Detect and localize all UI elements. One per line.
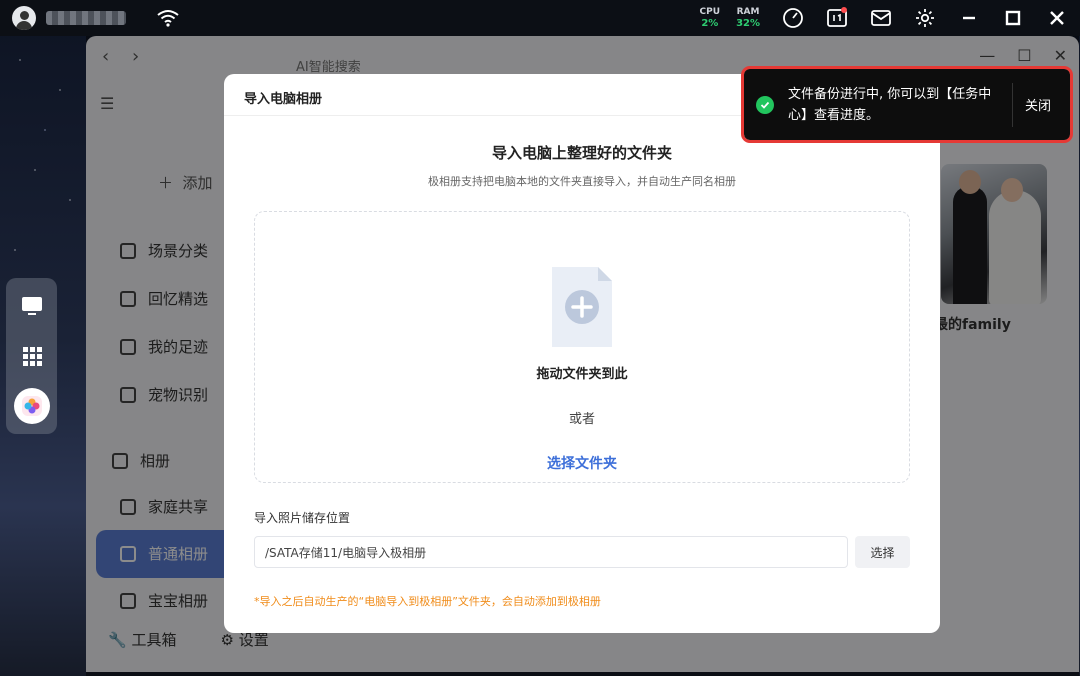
- ram-stat: RAM 32%: [736, 7, 760, 29]
- drag-folder-text: 拖动文件夹到此: [536, 367, 628, 382]
- dialog-title: 导入电脑上整理好的文件夹: [491, 144, 672, 162]
- speedometer-icon[interactable]: [782, 7, 804, 29]
- toast-divider: [1012, 82, 1013, 127]
- username-blurred: [46, 11, 126, 25]
- minimize-icon[interactable]: [958, 7, 980, 29]
- gear-icon[interactable]: [914, 7, 936, 29]
- folder-dropzone[interactable]: 拖动文件夹到此 或者 选择文件夹: [254, 211, 910, 483]
- storage-location-label: 导入照片储存位置: [254, 511, 351, 525]
- import-dialog: 导入电脑相册 导入电脑上整理好的文件夹 极相册支持把电脑本地的文件夹直接导入，并…: [224, 74, 940, 633]
- select-location-button[interactable]: 选择: [855, 536, 910, 568]
- wifi-icon[interactable]: [156, 8, 180, 28]
- dialog-subtitle: 极相册支持把电脑本地的文件夹直接导入，并自动生产同名相册: [428, 175, 736, 188]
- photos-app-icon[interactable]: [13, 388, 50, 424]
- toast-close-button[interactable]: 关闭: [1025, 95, 1051, 114]
- storage-location-input[interactable]: [254, 536, 848, 568]
- ram-label: RAM: [736, 7, 760, 17]
- task-center-icon[interactable]: [826, 7, 848, 29]
- backup-toast: 文件备份进行中, 你可以到【任务中心】查看进度。 关闭: [741, 66, 1073, 143]
- notification-dot: [841, 7, 847, 13]
- toast-message: 文件备份进行中, 你可以到【任务中心】查看进度。: [788, 86, 992, 123]
- cpu-stat: CPU 2%: [700, 7, 721, 29]
- check-circle-icon: [756, 95, 774, 114]
- app-dock: [6, 278, 57, 434]
- system-topbar: CPU 2% RAM 32%: [0, 0, 1080, 36]
- or-text: 或者: [568, 412, 595, 427]
- import-note: *导入之后自动生产的“电脑导入到极相册”文件夹，会自动添加到极相册: [254, 595, 601, 608]
- choose-folder-link[interactable]: 选择文件夹: [255, 453, 909, 473]
- app-grid-icon[interactable]: [14, 338, 50, 374]
- cpu-value: 2%: [701, 18, 719, 29]
- maximize-icon[interactable]: [1002, 7, 1024, 29]
- add-file-icon: [552, 267, 612, 347]
- cpu-label: CPU: [699, 7, 721, 17]
- close-icon[interactable]: [1046, 7, 1068, 29]
- monitor-icon[interactable]: [14, 288, 50, 324]
- user-avatar[interactable]: [12, 6, 36, 30]
- ram-value: 32%: [736, 18, 760, 29]
- mail-icon[interactable]: [870, 7, 892, 29]
